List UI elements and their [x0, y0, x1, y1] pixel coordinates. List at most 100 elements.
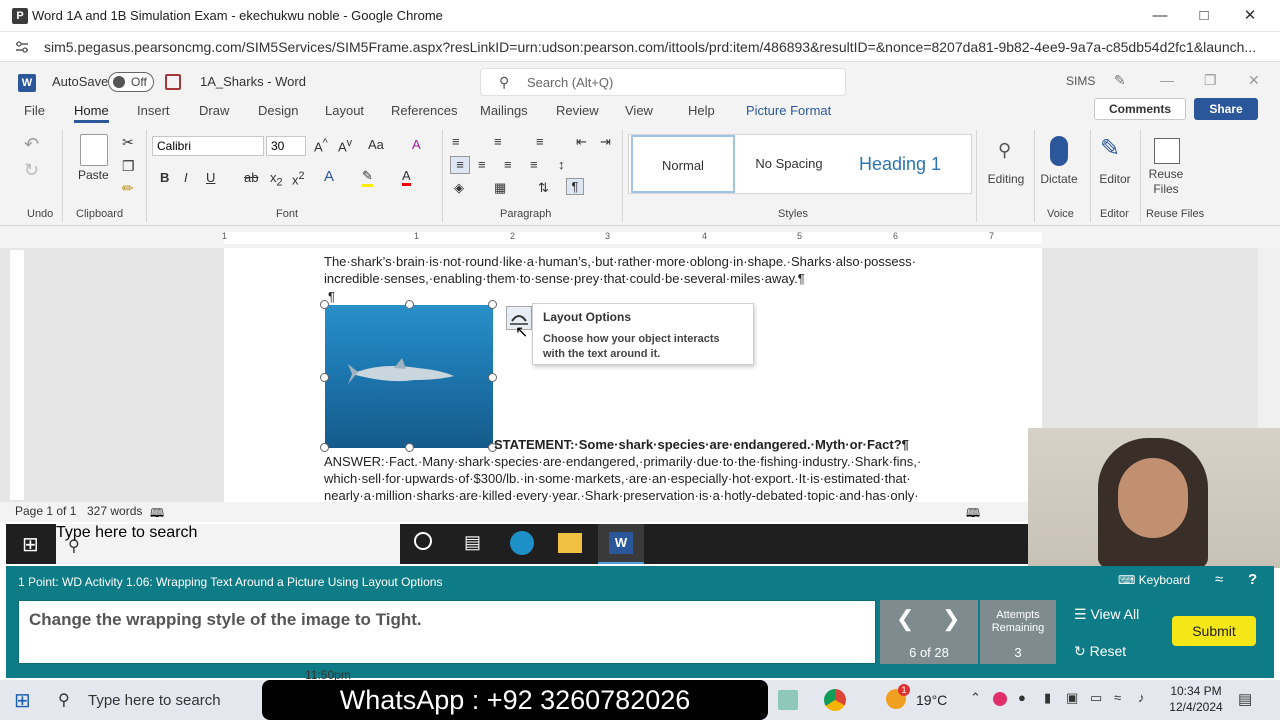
chrome-icon[interactable] — [824, 689, 846, 711]
close-icon[interactable]: ✕ — [1238, 6, 1262, 26]
os-search-placeholder[interactable]: Type here to search — [88, 692, 221, 709]
bold-icon[interactable]: B — [160, 170, 169, 185]
search-box[interactable]: ⚲ Search (Alt+Q) — [480, 68, 846, 96]
battery-icon[interactable]: ▭ — [1090, 690, 1102, 706]
word-minimize-icon[interactable]: — — [1160, 72, 1174, 88]
paste-label[interactable]: Paste — [78, 168, 109, 182]
cortana-icon[interactable] — [414, 532, 432, 550]
minimize-icon[interactable]: — — [1148, 6, 1172, 26]
copy-icon[interactable]: ❐ — [122, 158, 135, 175]
font-color-icon[interactable]: A — [402, 168, 411, 186]
reuse-files-icon[interactable] — [1154, 138, 1180, 164]
tab-design[interactable]: Design — [258, 103, 298, 118]
style-normal[interactable]: Normal — [631, 135, 735, 193]
resize-handle[interactable] — [488, 373, 497, 382]
resize-handle[interactable] — [488, 300, 497, 309]
site-info-icon[interactable] — [14, 39, 30, 55]
view-all-button[interactable]: ☰ View All — [1074, 606, 1139, 623]
line-spacing-icon[interactable]: ↕ — [558, 157, 565, 172]
align-right-icon[interactable]: ≡ — [504, 157, 512, 172]
notifications-icon[interactable]: ▤ — [1238, 690, 1252, 708]
align-center-icon[interactable]: ≡ — [478, 157, 486, 172]
doc-statement[interactable]: STATEMENT:·Some·shark·species·are·endang… — [494, 437, 909, 452]
editing-label[interactable]: Editing — [984, 172, 1028, 186]
change-case-icon[interactable]: Aa — [368, 137, 384, 152]
save-icon[interactable] — [165, 74, 181, 90]
subscript-icon[interactable]: x2 — [270, 170, 283, 189]
task-view-icon[interactable]: ▤ — [464, 532, 481, 553]
word-count[interactable]: 327 words — [87, 504, 142, 518]
decrease-indent-icon[interactable]: ⇤ — [576, 134, 587, 150]
word-restore-icon[interactable]: ❐ — [1204, 72, 1217, 89]
style-no-spacing[interactable]: No Spacing — [737, 135, 841, 193]
show-formatting-icon[interactable]: ¶ — [566, 178, 584, 195]
share-button[interactable]: Share — [1194, 98, 1258, 120]
empty-paragraph-mark[interactable]: ¶ — [328, 289, 335, 304]
file-explorer-icon[interactable] — [558, 533, 582, 553]
notepad-icon[interactable] — [778, 690, 798, 710]
word-close-icon[interactable]: ✕ — [1248, 72, 1260, 89]
tab-review[interactable]: Review — [556, 103, 599, 118]
volume-icon[interactable]: ♪ — [1138, 690, 1145, 705]
align-left-icon[interactable]: ≡ — [450, 156, 470, 174]
doc-line[interactable]: nearly·a·million·sharks·are·killed·every… — [324, 488, 919, 502]
superscript-icon[interactable]: x2 — [292, 170, 305, 187]
network-icon[interactable]: ≈ — [1114, 690, 1121, 705]
resize-handle[interactable] — [405, 300, 414, 309]
pen-icon[interactable]: ✎ — [1114, 72, 1126, 89]
os-clock[interactable]: 10:34 PM 12/4/2024 — [1166, 683, 1226, 715]
editor-button-label[interactable]: Editor — [1094, 172, 1136, 186]
undo-icon[interactable]: ↶ — [24, 134, 39, 155]
multilevel-list-icon[interactable]: ≡ — [536, 134, 544, 149]
tab-help[interactable]: Help — [688, 103, 715, 118]
url-text[interactable]: sim5.pegasus.pearsoncmg.com/SIM5Services… — [44, 39, 1256, 55]
record-icon[interactable] — [993, 692, 1007, 706]
comments-button[interactable]: Comments — [1094, 98, 1186, 120]
shrink-font-icon[interactable]: Av — [338, 137, 352, 154]
keyboard-button[interactable]: ⌨ Keyboard — [1118, 573, 1190, 587]
help-icon[interactable]: ? — [1248, 571, 1257, 588]
submit-button[interactable]: Submit — [1172, 616, 1256, 646]
tab-layout[interactable]: Layout — [325, 103, 364, 118]
tab-draw[interactable]: Draw — [199, 103, 229, 118]
resize-handle[interactable] — [405, 443, 414, 452]
next-question-icon[interactable]: ❯ — [942, 606, 960, 632]
paste-icon[interactable] — [80, 134, 108, 166]
windows-start-icon[interactable]: ⊞ — [22, 532, 39, 557]
dictate-label[interactable]: Dictate — [1036, 172, 1082, 186]
tab-references[interactable]: References — [391, 103, 457, 118]
webcam-tray-icon[interactable]: ● — [1018, 690, 1026, 705]
tab-picture-format[interactable]: Picture Format — [746, 103, 831, 118]
italic-icon[interactable]: I — [184, 170, 188, 185]
format-painter-icon[interactable]: ✏ — [122, 180, 134, 197]
increase-indent-icon[interactable]: ⇥ — [600, 134, 611, 150]
grow-font-icon[interactable]: A^ — [314, 137, 328, 154]
font-name-select[interactable]: Calibri — [152, 136, 264, 156]
autosave-toggle[interactable]: Off — [108, 72, 154, 92]
monitor-icon[interactable]: ▣ — [1066, 690, 1078, 706]
microphone-icon[interactable] — [1050, 136, 1068, 166]
style-heading-1[interactable]: Heading 1 — [845, 135, 955, 193]
highlight-icon[interactable]: ✎ — [362, 168, 373, 187]
underline-icon[interactable]: U — [206, 170, 215, 185]
show-hidden-icons-icon[interactable]: ⌃ — [970, 690, 981, 706]
read-mode-icon[interactable]: 🕮 — [966, 504, 980, 525]
mic-icon[interactable]: ▮ — [1044, 690, 1051, 706]
strikethrough-icon[interactable]: ab — [244, 170, 258, 185]
tab-view[interactable]: View — [625, 103, 653, 118]
cut-icon[interactable]: ✂ — [122, 134, 134, 151]
tab-home[interactable]: Home — [74, 103, 109, 123]
bullets-icon[interactable]: ≡ — [452, 134, 460, 149]
justify-icon[interactable]: ≡ — [530, 157, 538, 172]
doc-line[interactable]: incredible·senses,·enabling·them·to·sens… — [324, 271, 805, 286]
sort-icon[interactable]: ⇅ — [538, 180, 549, 196]
shading-icon[interactable]: ◈ — [454, 180, 464, 196]
numbering-icon[interactable]: ≡ — [494, 134, 502, 149]
borders-icon[interactable]: ▦ — [494, 180, 506, 196]
resize-handle[interactable] — [320, 443, 329, 452]
clear-format-icon[interactable]: A — [412, 137, 421, 152]
tab-mailings[interactable]: Mailings — [480, 103, 528, 118]
font-size-select[interactable]: 30 — [266, 136, 306, 156]
proofing-icon[interactable]: 🕮 — [150, 504, 164, 525]
doc-line[interactable]: ANSWER:·Fact.·Many·shark·species·are·end… — [324, 454, 921, 469]
